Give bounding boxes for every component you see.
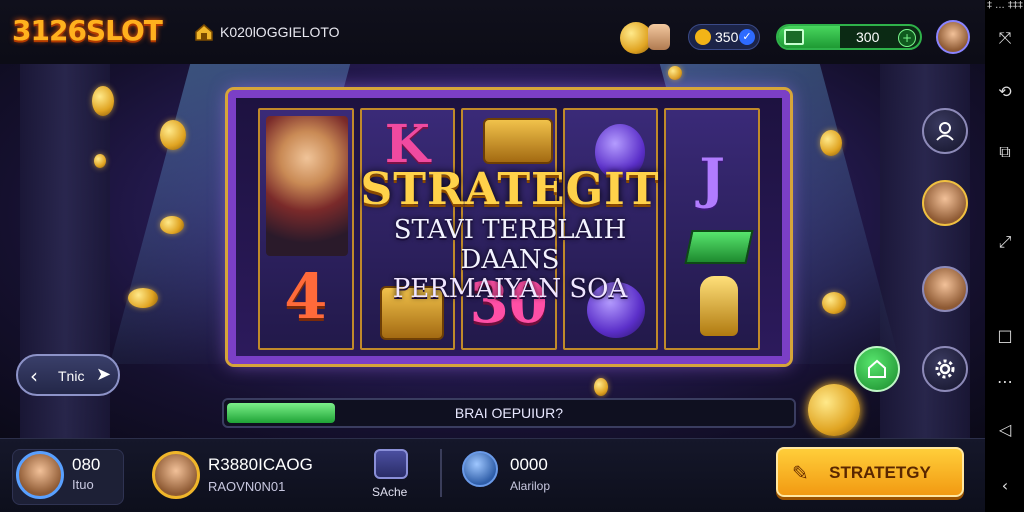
account-button[interactable]	[922, 108, 968, 154]
player-avatar-button-1[interactable]	[922, 180, 968, 226]
hero-character-symbol	[266, 116, 348, 256]
rotate-icon[interactable]: ⟲	[995, 82, 1015, 102]
cash-balance[interactable]: 300 +	[776, 24, 922, 50]
reel-1: 4	[258, 108, 354, 350]
reel-5: J	[664, 108, 760, 350]
symbol-4: 4	[284, 260, 328, 333]
strategy-button[interactable]: ✎ STRATETGY	[776, 447, 964, 497]
shop-label[interactable]: SAche	[372, 485, 407, 499]
system-side-bar: ‡ ... ‡‡‡ ⤧ ⟲ ⧉ ⤢ □ ⋯ ◁ ‹	[985, 0, 1024, 512]
trophy-icon	[700, 276, 739, 336]
gear-icon	[935, 359, 955, 379]
floating-coin-icon	[94, 154, 106, 168]
player-label: Ituo	[72, 477, 94, 492]
friend-avatar[interactable]	[152, 451, 200, 499]
more-icon[interactable]: ⋯	[995, 372, 1015, 392]
pointer-icon: ➤	[96, 364, 112, 385]
floating-coin-icon	[668, 66, 682, 80]
cash-card-icon	[684, 230, 755, 264]
gems-value: 350	[715, 29, 739, 45]
bottom-bar: 080 Ituo R3880ICAOG RAOVN0N01 SAche 0000…	[0, 438, 985, 512]
collapse-icon[interactable]: ‹	[995, 476, 1015, 496]
fullscreen-icon[interactable]: ⤢	[995, 232, 1015, 252]
status-bar-text: ‡ ... ‡‡‡	[987, 0, 1023, 11]
floating-coin-icon	[160, 216, 184, 234]
player-value: 080	[72, 455, 101, 474]
cash-icon	[784, 29, 804, 45]
add-cash-icon[interactable]: +	[898, 29, 916, 47]
gem-icon	[695, 29, 711, 45]
headline-line-2: STAVI TERBLAIH DAANS	[393, 215, 627, 275]
friend-name: R3880ICAOG	[208, 455, 313, 474]
mini-avatar	[648, 24, 670, 50]
shop-icon[interactable]	[374, 449, 408, 479]
check-icon: ✓	[739, 29, 755, 45]
house-icon	[868, 359, 886, 378]
headline-title: STRATEGIT	[360, 164, 660, 215]
home-icon[interactable]	[194, 23, 214, 41]
player-avatar-button-2[interactable]	[922, 266, 968, 312]
floating-coin-icon	[92, 86, 114, 116]
promo-headline: STRATEGIT STAVI TERBLAIH DAANS PERMAIYAN…	[360, 164, 660, 303]
strategy-label: STRATETGY	[829, 463, 931, 482]
floating-coin-icon	[160, 120, 186, 150]
player-avatar[interactable]	[16, 451, 64, 499]
friend-sub: RAOVN0N01	[208, 479, 286, 494]
game-logo: 3126SLOT	[12, 14, 163, 47]
settings-button[interactable]	[922, 346, 968, 392]
floating-coin-icon	[128, 288, 158, 308]
cash-value: 300	[856, 29, 880, 45]
progress-bar: BRAI OEPUIUR?	[222, 398, 796, 428]
bonus-coin-icon[interactable]	[808, 384, 860, 436]
move-icon[interactable]: ⤧	[995, 28, 1015, 48]
progress-label: BRAI OEPUIUR?	[454, 405, 564, 421]
coins-label: Alarilop	[510, 479, 551, 493]
recent-apps-icon[interactable]: □	[995, 326, 1015, 346]
treasure-chest-icon	[483, 118, 554, 164]
symbol-j: J	[699, 146, 725, 210]
back-button[interactable]: ‹ Tnic ➤	[16, 354, 120, 396]
top-bar: 3126SLOT K020lOGGIELOTO 350 ✓ 300 +	[0, 0, 985, 64]
chevron-left-icon: ‹	[30, 364, 38, 388]
shop-button[interactable]	[854, 346, 900, 392]
headline-line-3: PERMAIYAN SOA	[392, 274, 628, 304]
coins-icon[interactable]	[462, 451, 498, 487]
floating-coin-icon	[822, 292, 846, 314]
gems-balance[interactable]: 350 ✓	[688, 24, 760, 50]
page-title: K020lOGGIELOTO	[220, 24, 340, 40]
screenshot-icon[interactable]: ⧉	[995, 142, 1015, 162]
coins-value: 0000	[510, 455, 548, 474]
user-icon	[936, 122, 954, 141]
floating-coin-icon	[820, 130, 842, 156]
back-label: Tnic	[58, 368, 85, 384]
floating-coin-icon	[594, 378, 608, 396]
profile-avatar[interactable]	[936, 20, 970, 54]
divider	[440, 449, 442, 497]
back-nav-icon[interactable]: ◁	[995, 420, 1015, 440]
